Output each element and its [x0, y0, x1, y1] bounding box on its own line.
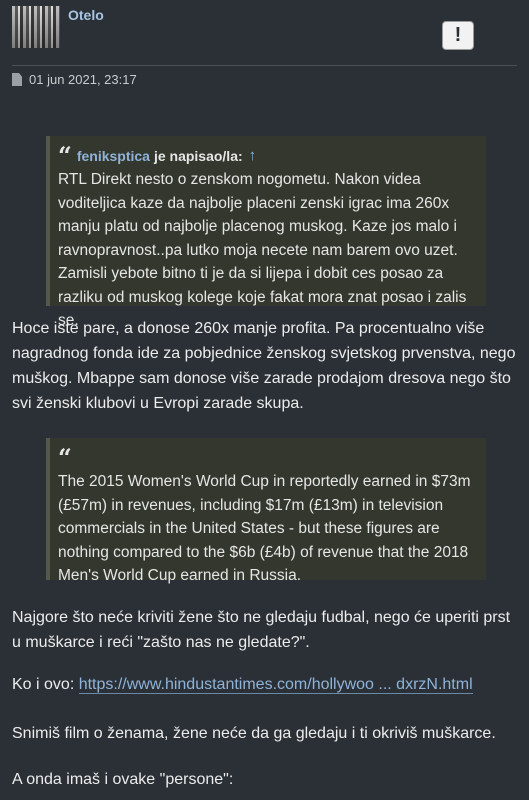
post-paragraph: A onda imaš i ovake "persone": — [12, 771, 234, 788]
divider — [12, 65, 517, 66]
quote-icon: “ — [58, 443, 72, 472]
post-paragraph: Hoce iste pare, a donose 260x manje prof… — [12, 320, 516, 412]
quote-author-link[interactable]: feniksptica — [77, 146, 150, 166]
link-prefix: Ko i ovo: — [12, 676, 79, 693]
quote-header: “ feniksptica je napisao/la: ↑ — [58, 141, 474, 170]
quote-header: “ — [58, 443, 474, 472]
quote-text: RTL Direkt nesto o zenskom nogometu. Nak… — [58, 171, 467, 329]
quote-block-feniksptica: “ feniksptica je napisao/la: ↑ RTL Direk… — [46, 136, 486, 329]
quote-says-label: je napisao/la: — [153, 148, 243, 164]
post-paragraph-link: Ko i ovo: https://www.hindustantimes.com… — [12, 672, 517, 697]
quote-text: The 2015 Women's World Cup in reportedly… — [58, 473, 471, 584]
exclamation-icon: ! — [454, 24, 462, 46]
quote-icon: “ — [58, 141, 72, 170]
quote-block-article: “ The 2015 Women's World Cup in reported… — [46, 438, 486, 584]
username[interactable]: Otelo — [68, 7, 104, 23]
article-link[interactable]: https://www.hindustantimes.com/hollywoo … — [78, 676, 473, 694]
avatar[interactable] — [12, 6, 60, 48]
post-date: 01 jun 2021, 23:17 — [29, 72, 137, 87]
document-icon[interactable] — [12, 73, 22, 86]
jump-to-post-arrow-icon[interactable]: ↑ — [249, 146, 257, 166]
post-paragraph: Snimiš film o ženama, žene neće da ga gl… — [12, 725, 496, 742]
post-paragraph: Najgore što neće kriviti žene što ne gle… — [12, 609, 511, 651]
post-meta: 01 jun 2021, 23:17 — [12, 72, 137, 87]
report-button[interactable]: ! — [442, 21, 474, 50]
